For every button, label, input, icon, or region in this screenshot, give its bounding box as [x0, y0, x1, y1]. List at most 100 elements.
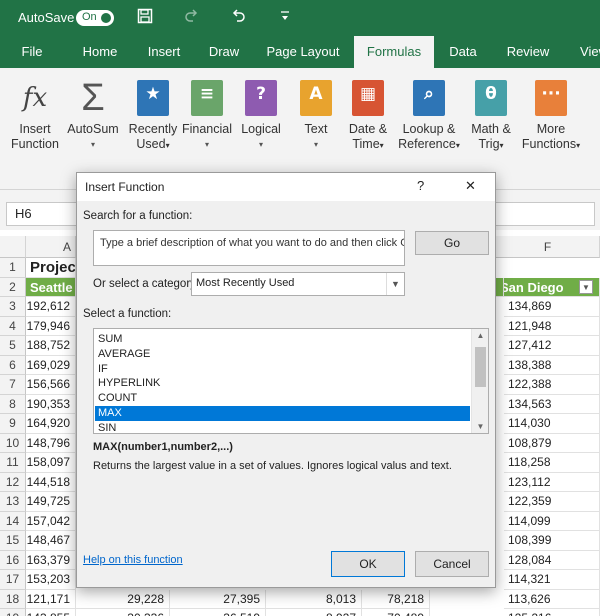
scroll-down-icon[interactable]: ▼	[472, 422, 488, 431]
column-header-a[interactable]: A	[26, 236, 76, 258]
customize-qat-icon[interactable]	[280, 10, 290, 25]
tab-page-layout[interactable]: Page Layout	[262, 36, 344, 68]
scroll-up-icon[interactable]: ▲	[472, 331, 488, 340]
cell-value[interactable]: 29,228	[76, 589, 170, 609]
tab-formulas[interactable]: Formulas	[354, 36, 434, 68]
cell-f[interactable]: 121,948	[504, 316, 600, 336]
cell-a[interactable]: 163,379	[26, 550, 76, 570]
row-header[interactable]: 5	[0, 336, 26, 356]
cell-a[interactable]: 121,171	[26, 589, 76, 609]
cell-value[interactable]: 78,218	[362, 589, 430, 609]
cancel-button[interactable]: Cancel	[415, 551, 489, 577]
cell-f[interactable]: 128,084	[504, 550, 600, 570]
tab-view[interactable]: View	[572, 36, 600, 68]
redo-icon[interactable]	[184, 8, 200, 29]
close-button[interactable]: ✕	[465, 178, 476, 194]
function-item[interactable]: COUNT	[95, 391, 470, 406]
function-item[interactable]: SIN	[95, 421, 470, 433]
header-cell-seattle[interactable]: Seattle	[26, 277, 76, 297]
cell-f[interactable]: 122,388	[504, 375, 600, 395]
function-list-scrollbar[interactable]: ▲ ▼	[471, 329, 488, 433]
cell-a[interactable]: 157,042	[26, 511, 76, 531]
text-button[interactable]: A Text ▾	[287, 76, 345, 152]
row-header[interactable]: 15	[0, 531, 26, 551]
row-header[interactable]: 4	[0, 316, 26, 336]
row-header[interactable]: 14	[0, 511, 26, 531]
cell-a[interactable]: 190,353	[26, 394, 76, 414]
row-header[interactable]: 2	[0, 277, 26, 297]
cell-f[interactable]: 127,412	[504, 336, 600, 356]
cell-value[interactable]: 30,336	[76, 609, 170, 616]
row-header[interactable]: 13	[0, 492, 26, 512]
autosum-button[interactable]: Σ AutoSum ▾	[64, 76, 122, 152]
row-header[interactable]: 12	[0, 472, 26, 492]
row-header[interactable]: 10	[0, 433, 26, 453]
go-button[interactable]: Go	[415, 231, 489, 255]
cell-a[interactable]: 148,467	[26, 531, 76, 551]
tab-insert[interactable]: Insert	[138, 36, 190, 68]
cell-a[interactable]: 179,946	[26, 316, 76, 336]
row-header[interactable]: 9	[0, 414, 26, 434]
cell-f[interactable]: 114,099	[504, 511, 600, 531]
date-time-button[interactable]: ▦ Date & Time▾	[339, 76, 397, 153]
logical-button[interactable]: ? Logical ▾	[232, 76, 290, 152]
cell-f[interactable]: 114,321	[504, 570, 600, 590]
cell-value[interactable]: 8,013	[266, 589, 362, 609]
function-item[interactable]: AVERAGE	[95, 347, 470, 362]
help-button[interactable]: ?	[417, 178, 424, 193]
row-header[interactable]: 17	[0, 570, 26, 590]
formula-input[interactable]	[495, 202, 595, 226]
cell-a[interactable]: 158,097	[26, 453, 76, 473]
math-trig-button[interactable]: θ Math & Trig▾	[462, 76, 520, 153]
row-header[interactable]: 3	[0, 297, 26, 317]
lookup-reference-button[interactable]: ⌕ Lookup & Reference▾	[396, 76, 462, 153]
cell-a[interactable]: 169,029	[26, 355, 76, 375]
cell-a[interactable]: 156,566	[26, 375, 76, 395]
cell-f[interactable]: 118,258	[504, 453, 600, 473]
undo-icon[interactable]	[230, 8, 246, 29]
autosave-toggle[interactable]: On	[76, 10, 114, 26]
financial-button[interactable]: ≡ Financial ▾	[178, 76, 236, 152]
cell-f[interactable]: 123,112	[504, 472, 600, 492]
cell-f[interactable]: 114,030	[504, 414, 600, 434]
category-select[interactable]: Most Recently Used ▼	[191, 272, 405, 296]
cell-value[interactable]: 70,489	[362, 609, 430, 616]
search-function-input[interactable]: Type a brief description of what you wan…	[93, 230, 405, 266]
cell-a[interactable]: 188,752	[26, 336, 76, 356]
row-header[interactable]: 1	[0, 258, 26, 278]
name-box[interactable]: H6	[6, 202, 80, 226]
scroll-thumb[interactable]	[475, 347, 486, 387]
insert-function-button[interactable]: fx Insert Function	[6, 76, 64, 152]
cell-a[interactable]: 153,203	[26, 570, 76, 590]
header-cell-san-diego[interactable]: San Diego ▼	[496, 277, 600, 297]
row-header[interactable]: 6	[0, 355, 26, 375]
function-item[interactable]: MAX	[95, 406, 470, 421]
row-header[interactable]: 16	[0, 550, 26, 570]
column-header-f[interactable]: F	[496, 236, 600, 258]
cell-a[interactable]: 144,518	[26, 472, 76, 492]
cell-f[interactable]: 108,879	[504, 433, 600, 453]
recently-used-button[interactable]: ★ Recently Used▾	[124, 76, 182, 153]
cell-a[interactable]: 192,612	[26, 297, 76, 317]
cell-value[interactable]: 27,395	[170, 589, 266, 609]
select-all-corner[interactable]	[0, 236, 26, 258]
more-functions-button[interactable]: ··· More Functions▾	[518, 76, 584, 153]
row-header[interactable]: 8	[0, 394, 26, 414]
cell-f[interactable]: 138,388	[504, 355, 600, 375]
cell-a[interactable]: 164,920	[26, 414, 76, 434]
help-link[interactable]: Help on this function	[83, 554, 183, 566]
cell-f[interactable]: 125,216	[504, 609, 600, 616]
cell-f[interactable]: 122,359	[504, 492, 600, 512]
row-header[interactable]: 19	[0, 609, 26, 616]
title-cell[interactable]: Projec	[26, 258, 76, 278]
function-list[interactable]: SUM AVERAGE IF HYPERLINK COUNT MAX SIN ▲ ▼	[93, 328, 489, 434]
cell-a[interactable]: 149,725	[26, 492, 76, 512]
save-icon[interactable]	[137, 8, 153, 29]
cell-f[interactable]: 113,626	[504, 589, 600, 609]
cell-value[interactable]: 8,927	[266, 609, 362, 616]
cell-value[interactable]: 36,519	[170, 609, 266, 616]
filter-dropdown-icon[interactable]: ▼	[579, 279, 593, 294]
row-header[interactable]: 18	[0, 589, 26, 609]
cell-f[interactable]: 134,869	[504, 297, 600, 317]
tab-home[interactable]: Home	[74, 36, 126, 68]
